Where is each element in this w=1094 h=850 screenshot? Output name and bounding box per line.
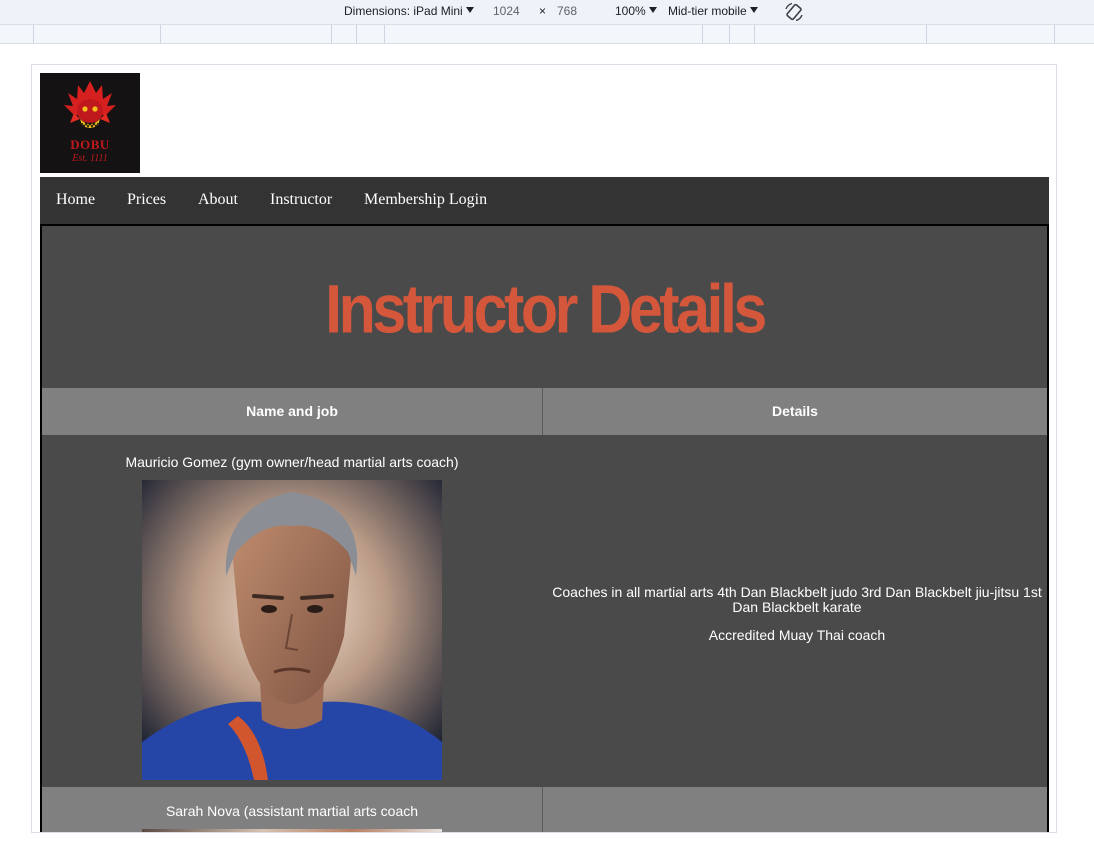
times-sign: ×: [539, 4, 547, 18]
site-logo[interactable]: DOBU Est. 1111: [40, 73, 140, 173]
header-details: Details: [772, 403, 818, 419]
width-input[interactable]: 1024: [493, 4, 520, 18]
header-name-and-job: Name and job: [246, 403, 338, 419]
nav-about[interactable]: About: [198, 191, 238, 209]
column-divider: [542, 787, 543, 832]
chevron-down-icon: [749, 7, 758, 13]
instructor-photo: [142, 480, 442, 780]
device-toolbar: Dimensions: iPad Mini 1024 × 768 100% Mi…: [0, 0, 1094, 25]
rotate-icon[interactable]: [783, 1, 805, 23]
nav-prices[interactable]: Prices: [127, 191, 166, 209]
dimensions-label: Dimensions: iPad Mini: [344, 4, 463, 18]
logo-est: Est. 1111: [72, 153, 108, 164]
page-title: Instructor Details: [325, 270, 767, 348]
zoom-label: 100%: [615, 4, 646, 18]
media-query-ruler: [0, 25, 1094, 44]
nav-instructor[interactable]: Instructor: [270, 191, 332, 209]
instructor-name: Mauricio Gomez (gym owner/head martial a…: [125, 454, 459, 470]
nav-home[interactable]: Home: [56, 191, 95, 209]
emulated-viewport: DOBU Est. 1111 Home Prices About Instruc…: [31, 64, 1057, 833]
height-input[interactable]: 768: [557, 4, 577, 18]
logo-name: DOBU: [70, 137, 110, 152]
zoom-dropdown[interactable]: 100%: [615, 4, 657, 18]
details-text: Accredited Muay Thai coach: [708, 627, 886, 643]
main-nav: Home Prices About Instructor Membership …: [40, 177, 1049, 224]
table-row: Sarah Nova (assistant martial arts coach: [42, 787, 1047, 832]
instructor-details: Coaches in all martial arts 4th Dan Blac…: [547, 585, 1047, 656]
throttle-dropdown[interactable]: Mid-tier mobile: [668, 4, 758, 18]
instructor-photo: [142, 829, 442, 832]
details-text: Coaches in all martial arts 4th Dan Blac…: [552, 584, 1042, 615]
dimensions-dropdown[interactable]: Dimensions: iPad Mini: [344, 4, 474, 18]
instructor-name: Sarah Nova (assistant martial arts coach: [165, 803, 419, 819]
throttle-label: Mid-tier mobile: [668, 4, 747, 18]
chevron-down-icon: [465, 7, 474, 13]
nav-membership-login[interactable]: Membership Login: [364, 191, 487, 209]
chevron-down-icon: [648, 7, 657, 13]
table-header-row: Name and job Details: [42, 388, 1047, 435]
main-content: Instructor Details Name and job Details …: [40, 224, 1049, 832]
column-divider: [542, 388, 543, 435]
